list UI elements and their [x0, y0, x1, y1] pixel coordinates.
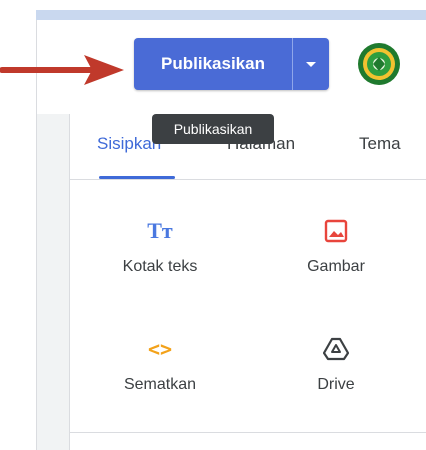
- publish-button[interactable]: Publikasikan: [134, 38, 292, 90]
- insert-image[interactable]: Gambar: [271, 216, 401, 276]
- drive-icon: [271, 334, 401, 364]
- insert-item-label: Kotak teks: [122, 258, 198, 275]
- red-arrow-icon: [0, 55, 124, 85]
- tab-tema[interactable]: Tema: [359, 134, 401, 154]
- insert-text-box[interactable]: Tт Kotak teks: [95, 216, 225, 276]
- publish-dropdown-button[interactable]: [293, 38, 329, 90]
- chevron-down-icon: [306, 61, 316, 67]
- insert-item-label: Drive: [317, 376, 355, 393]
- publish-tooltip: Publikasikan: [152, 114, 274, 144]
- insert-embed[interactable]: <> Sematkan: [95, 334, 225, 394]
- left-canvas-edge: [36, 114, 70, 450]
- insert-item-label: Gambar: [307, 258, 365, 275]
- side-panel: Sisipkan Halaman Tema Tт Kotak teks Gamb…: [70, 114, 426, 450]
- insert-drive[interactable]: Drive: [271, 334, 401, 394]
- image-icon: [271, 216, 401, 246]
- organization-emblem-icon[interactable]: [356, 41, 402, 87]
- insert-item-label: Sematkan: [123, 376, 197, 393]
- publish-button-group: Publikasikan: [134, 38, 329, 90]
- top-strip: [36, 10, 426, 20]
- panel-divider: [70, 432, 426, 433]
- embed-code-icon: <>: [147, 337, 173, 361]
- active-tab-indicator: [99, 176, 175, 179]
- text-box-icon: Tт: [147, 218, 173, 243]
